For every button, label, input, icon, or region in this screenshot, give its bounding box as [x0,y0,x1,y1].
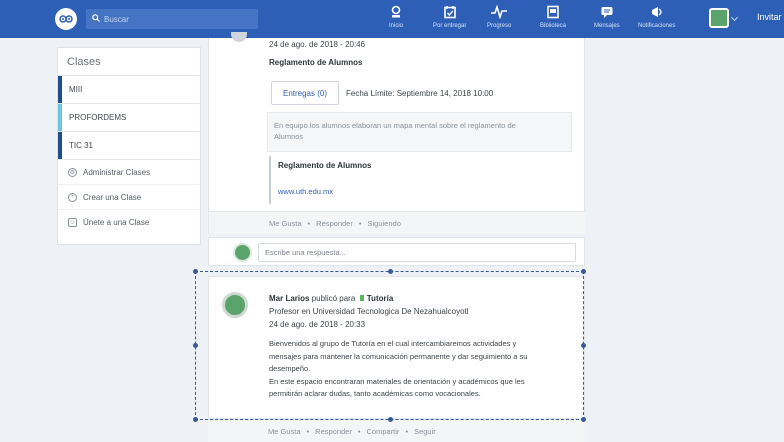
assignment-title[interactable]: Reglamento de Alumnos [269,58,363,67]
class-name: TIC 31 [69,141,94,150]
assignment-post: 24 de ago. de 2018 - 20:46 Reglamento de… [208,32,586,234]
search-input[interactable]: Buscar [86,9,258,29]
create-class-button[interactable]: + Crear una Clase [58,185,200,210]
search-icon [92,13,100,25]
class-color-bar [58,104,62,131]
like-button[interactable]: Me Gusta [269,219,302,228]
assignment-description: En equipo los alumnos elaboran un mapa m… [267,112,572,152]
user-avatar [233,243,252,262]
description-line: En equipo los alumnos elaboran un mapa m… [274,121,516,130]
manage-classes-button[interactable]: ⚙ Administrar Clases [58,160,200,185]
class-color-bar [58,76,62,103]
post-timestamp: 24 de ago. de 2018 - 20:46 [269,40,366,49]
post-feed: 24 de ago. de 2018 - 20:46 Reglamento de… [208,32,586,442]
following-button[interactable]: Siguiendo [368,219,401,228]
author-name[interactable]: Mar Larios [269,294,309,303]
class-name: MIII [69,85,83,94]
classes-sidebar: Clases MIII PROFORDEMS TIC 31 ⚙ Administ… [57,47,201,245]
share-button[interactable]: Compartir [367,427,400,436]
nav-messages-label: Mensajes [594,23,620,29]
reply-button[interactable]: Responder [315,427,352,436]
people-icon: ☺ [68,218,77,227]
calendar-check-icon [442,4,458,20]
edmodo-logo-icon[interactable] [55,8,77,30]
post-timestamp: 24 de ago. de 2018 - 20:33 [269,320,366,329]
group-name[interactable]: Tutoría [367,294,394,303]
nav-progress-label: Progreso [487,23,512,29]
post-body: Bienvenidos al grupo de Tutoría en el cu… [269,338,574,401]
create-class-label: Crear una Clase [83,192,142,202]
nav-notifications-label: Notificaciones [638,23,676,29]
pulse-icon [491,4,508,20]
manage-classes-label: Administrar Clases [83,167,151,177]
home-icon [388,4,404,20]
separator-dot: • [307,218,311,228]
body-line: mensajes para mantener la comunicación p… [269,351,528,361]
nav-progress[interactable]: Progreso [487,4,511,36]
attachment-link[interactable]: www.uth.edu.mx [278,187,469,196]
join-class-button[interactable]: ☺ Únete a una Clase [58,210,200,235]
post-actions: Me Gusta • Responder • Siguiendo [209,211,586,234]
post-header: Mar Larios publicó para Tutoría [269,294,393,303]
separator-dot: • [306,426,310,436]
body-line: permitirán aclarar dudas, tanto académic… [269,389,481,398]
sidebar-title: Clases [58,48,200,76]
gear-icon: ⚙ [68,167,77,177]
nav-notifications[interactable]: Notificaciones [638,4,675,36]
body-line: desempeño. [269,364,311,373]
search-placeholder: Buscar [104,14,129,24]
published-for-text: publicó para [311,294,356,303]
sidebar-class-tic31[interactable]: TIC 31 [58,132,200,160]
nav-home-label: Inicio [388,23,403,29]
top-navigation-bar: Buscar Inicio Por entregar Progreso Bibl… [0,0,784,38]
submissions-button[interactable]: Entregas (0) [271,81,339,105]
class-name: PROFORDEMS [69,113,127,122]
join-class-label: Únete a una Clase [83,218,150,227]
user-avatar[interactable] [709,8,729,28]
author-subtitle: Profesor en Universidad Tecnologica De N… [269,307,469,316]
body-line: En este espacio encontraran materiales d… [269,376,525,386]
group-color-marker [359,295,364,301]
backpack-icon [545,4,561,20]
nav-home[interactable]: Inicio [388,4,404,36]
author-avatar [231,32,247,42]
nav-messages[interactable]: Mensajes [594,4,620,36]
author-avatar[interactable] [222,292,248,318]
invite-link[interactable]: Invitar [757,12,782,22]
body-line: Bienvenidos al grupo de Tutoría en el cu… [269,339,517,348]
reply-button[interactable]: Responder [316,219,353,228]
class-color-bar [58,132,62,159]
resize-handle[interactable] [193,343,198,348]
separator-dot: • [405,426,409,436]
megaphone-icon [649,4,665,20]
attachment-card[interactable]: Reglamento de Alumnos www.uth.edu.mx [269,156,469,204]
follow-button[interactable]: Seguir [414,427,436,436]
chevron-down-icon[interactable] [730,13,739,22]
nav-to-do[interactable]: Por entregar [433,4,466,36]
attachment-title: Reglamento de Alumnos [278,161,372,170]
plus-circle-icon: + [68,192,77,202]
reply-composer: Escribe una respuesta... [208,237,585,266]
nav-to-do-label: Por entregar [433,23,467,29]
resize-handle[interactable] [193,269,198,274]
separator-dot: • [358,218,362,228]
chat-icon [599,4,615,20]
resize-handle[interactable] [193,417,198,422]
reply-input[interactable]: Escribe una respuesta... [258,243,576,262]
reply-placeholder: Escribe una respuesta... [265,248,346,257]
welcome-post: Mar Larios publicó para Tutoría Profesor… [208,276,585,419]
like-button[interactable]: Me Gusta [268,427,301,436]
post-actions: Me Gusta • Responder • Compartir • Segui… [208,419,585,442]
nav-library[interactable]: Biblioteca [540,4,566,36]
nav-library-label: Biblioteca [540,23,567,29]
description-line: Alumnos [274,132,304,141]
separator-dot: • [357,426,361,436]
sidebar-class-profordems[interactable]: PROFORDEMS [58,104,200,132]
due-date: Fecha Límite: Septiembre 14, 2018 10:00 [346,89,494,98]
sidebar-class-miii[interactable]: MIII [58,76,200,104]
